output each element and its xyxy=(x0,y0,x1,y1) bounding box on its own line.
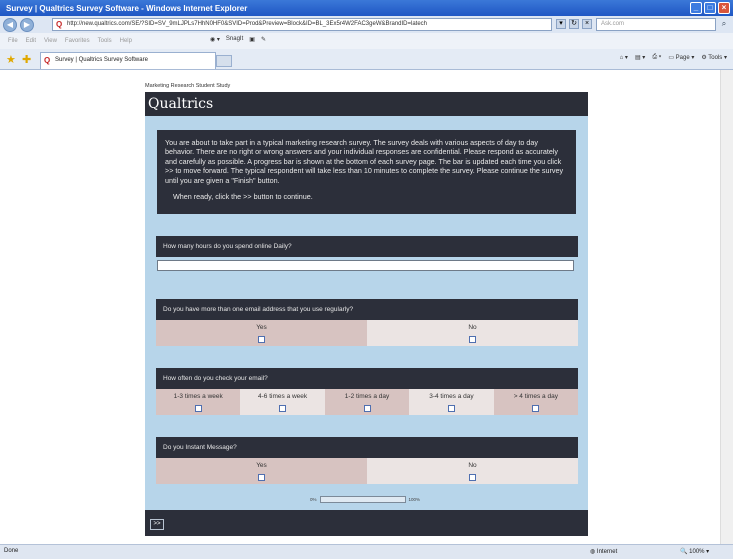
q2-option-yes[interactable]: Yes xyxy=(156,320,367,346)
zone-label: Internet xyxy=(596,549,618,555)
q3-option-3-label: 1-2 times a day xyxy=(344,393,390,400)
page-content: Marketing Research Student Study Qualtri… xyxy=(0,70,733,544)
maximize-button[interactable]: □ xyxy=(704,2,716,14)
refresh-icon[interactable]: ↻ xyxy=(569,19,579,29)
question-4-header: Do you Instant Message? xyxy=(156,437,578,458)
menu-edit[interactable]: Edit xyxy=(26,38,36,44)
print-icon[interactable]: ⎙ ▾ xyxy=(652,54,661,61)
address-bar: ◀ ▶ Q http://new.qualtrics.com/SE/?SID=S… xyxy=(0,16,733,33)
q3-option-1[interactable]: 1-3 times a week xyxy=(156,389,241,415)
stop-icon[interactable]: × xyxy=(582,19,592,29)
question-4-options: Yes No xyxy=(156,458,578,484)
forward-button[interactable]: ▶ xyxy=(20,17,34,32)
page-menu-label: Page xyxy=(675,55,690,61)
q3-option-1-checkbox[interactable] xyxy=(194,405,202,412)
intro-block: You are about to take part in a typical … xyxy=(157,130,576,214)
q3-option-4[interactable]: 3-4 times a day xyxy=(409,389,494,415)
status-text: Done xyxy=(4,548,19,554)
snagit-button[interactable]: SnagIt xyxy=(226,36,243,43)
q2-yes-label: Yes xyxy=(256,324,267,331)
question-2-header: Do you have more than one email address … xyxy=(156,299,578,320)
back-button[interactable]: ◀ xyxy=(3,17,17,32)
q3-option-1-label: 1-3 times a week xyxy=(173,393,223,400)
page-menu[interactable]: ▭ Page ▾ xyxy=(668,54,694,61)
q3-option-4-checkbox[interactable] xyxy=(447,405,455,412)
q3-option-5-label: > 4 times a day xyxy=(513,393,558,400)
url-text: http://new.qualtrics.com/SE/?SID=SV_9mLJ… xyxy=(67,21,428,27)
next-button[interactable]: >> xyxy=(150,519,164,530)
q3-option-5-checkbox[interactable] xyxy=(532,405,540,412)
q3-option-5[interactable]: > 4 times a day xyxy=(493,389,579,415)
security-zone: ◍ Internet xyxy=(590,549,618,555)
menu-view[interactable]: View xyxy=(44,38,57,44)
tab-row: ★ ✚ Q Survey | Qualtrics Survey Software… xyxy=(0,49,733,70)
feeds-icon[interactable]: ▤ ▾ xyxy=(635,54,645,61)
q2-option-no[interactable]: No xyxy=(367,320,578,346)
intro-text: You are about to take part in a typical … xyxy=(165,138,564,185)
survey-panel: You are about to take part in a typical … xyxy=(145,116,588,536)
snagit-icon[interactable]: ◉ ▾ xyxy=(210,36,220,43)
window-title: Survey | Qualtrics Survey Software - Win… xyxy=(6,3,248,13)
q4-yes-checkbox[interactable] xyxy=(258,474,265,481)
survey-footer: >> xyxy=(145,510,588,536)
vertical-scrollbar[interactable] xyxy=(720,70,733,544)
question-1-header: How many hours do you spend online Daily… xyxy=(156,236,578,257)
status-bar: Done ◍ Internet 🔍 100% ▾ xyxy=(0,544,733,559)
question-3-header: How often do you check your email? xyxy=(156,368,578,389)
menu-bar: File Edit View Favorites Tools Help ◉ ▾ … xyxy=(0,33,733,49)
q4-no-label: No xyxy=(468,462,477,469)
search-input[interactable]: Ask.com xyxy=(596,18,716,31)
q2-no-checkbox[interactable] xyxy=(469,336,476,343)
q3-option-2-checkbox[interactable] xyxy=(279,405,287,412)
menu-help[interactable]: Help xyxy=(120,38,132,44)
home-icon[interactable]: ⌂ ▾ xyxy=(620,54,628,61)
q4-option-yes[interactable]: Yes xyxy=(156,458,367,484)
close-button[interactable]: × xyxy=(718,2,730,14)
q3-option-4-label: 3-4 times a day xyxy=(429,393,474,400)
tools-menu[interactable]: ⚙ Tools ▾ xyxy=(701,54,727,61)
progress-bar xyxy=(319,496,406,503)
qualtrics-tab-icon: Q xyxy=(44,56,51,65)
study-title: Marketing Research Student Study xyxy=(145,83,231,89)
qualtrics-logo: Qualtrics xyxy=(145,92,588,116)
progress-area: 0% 100% xyxy=(310,496,420,503)
favorites-star-icon[interactable]: ★ xyxy=(6,53,16,66)
q4-no-checkbox[interactable] xyxy=(469,474,476,481)
search-icon[interactable]: ⌕ xyxy=(718,19,730,30)
q2-no-label: No xyxy=(468,324,477,331)
menu-favorites[interactable]: Favorites xyxy=(65,38,90,44)
hours-online-input[interactable] xyxy=(157,260,574,271)
q3-option-2-label: 4-6 times a week xyxy=(258,393,308,400)
zoom-label: 100% xyxy=(689,549,705,555)
edit-icon[interactable]: ✎ xyxy=(261,36,266,43)
zoom-level[interactable]: 🔍 100% ▾ xyxy=(680,548,709,555)
capture-icon[interactable]: ▣ xyxy=(249,36,255,43)
menu-file[interactable]: File xyxy=(8,38,18,44)
menu-tools[interactable]: Tools xyxy=(98,38,112,44)
tools-menu-label: Tools xyxy=(708,55,723,61)
url-field[interactable]: Q http://new.qualtrics.com/SE/?SID=SV_9m… xyxy=(52,18,552,31)
minimize-button[interactable]: _ xyxy=(690,2,702,14)
q4-option-no[interactable]: No xyxy=(367,458,578,484)
q3-option-2[interactable]: 4-6 times a week xyxy=(240,389,325,415)
window-title-bar: Survey | Qualtrics Survey Software - Win… xyxy=(0,0,733,16)
progress-min-label: 0% xyxy=(310,497,317,502)
ready-text: When ready, click the >> button to conti… xyxy=(173,192,313,202)
q3-option-3[interactable]: 1-2 times a day xyxy=(324,389,410,415)
q2-yes-checkbox[interactable] xyxy=(258,336,265,343)
qualtrics-favicon-icon: Q xyxy=(56,20,63,29)
q4-yes-label: Yes xyxy=(256,462,267,469)
q3-option-3-checkbox[interactable] xyxy=(363,405,371,412)
tab-survey[interactable]: Q Survey | Qualtrics Survey Software xyxy=(40,52,216,69)
question-2-options: Yes No xyxy=(156,320,578,346)
question-3-options: 1-3 times a week 4-6 times a week 1-2 ti… xyxy=(156,389,579,415)
add-favorites-icon[interactable]: ✚ xyxy=(22,53,31,66)
progress-max-label: 100% xyxy=(408,497,421,502)
dropdown-icon[interactable]: ▾ xyxy=(556,19,566,29)
tab-label: Survey | Qualtrics Survey Software xyxy=(55,57,148,63)
new-tab-button[interactable] xyxy=(216,55,232,67)
